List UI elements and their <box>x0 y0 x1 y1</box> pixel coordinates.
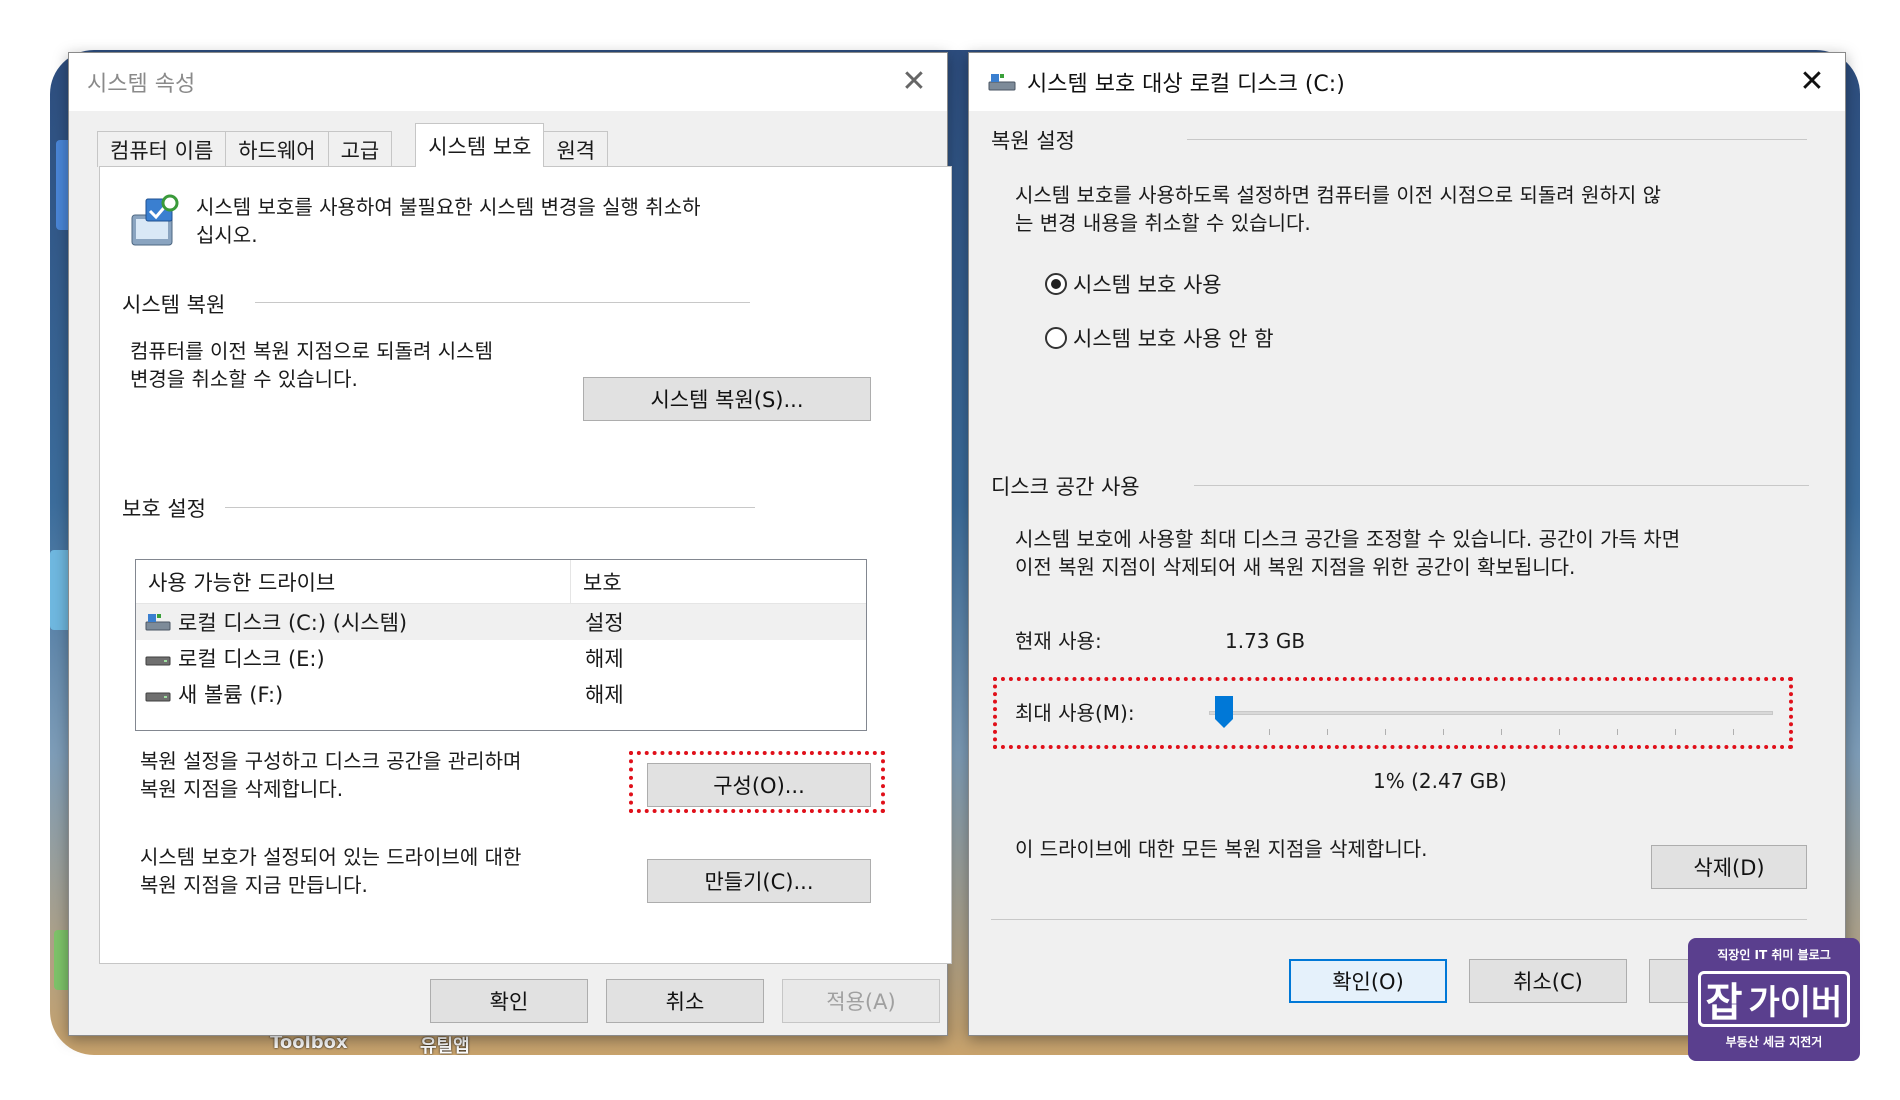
restore-desc: 컴퓨터를 이전 복원 지점으로 되돌려 시스템 변경을 취소할 수 있습니다. <box>130 337 510 393</box>
highlight-box <box>629 751 885 813</box>
divider <box>991 919 1807 920</box>
titlebar[interactable]: 시스템 속성 ✕ <box>69 53 947 111</box>
create-desc-line: 복원 지점을 지금 만듭니다. <box>140 873 368 897</box>
system-protection-dialog: 시스템 보호 대상 로컬 디스크 (C:) ✕ 복원 설정 시스템 보호를 사용… <box>968 52 1846 1036</box>
restore-desc-line: 변경을 취소할 수 있습니다. <box>130 367 358 391</box>
drive-cell: 로컬 디스크 (E:) <box>136 643 571 673</box>
system-drive-icon <box>145 614 171 631</box>
tab-remote[interactable]: 원격 <box>543 131 609 167</box>
column-header[interactable]: 보호 <box>571 560 622 603</box>
restore-settings-desc: 시스템 보호를 사용하도록 설정하면 컴퓨터를 이전 시점으로 되돌려 원하지 … <box>1015 181 1815 237</box>
radio-label: 시스템 보호 사용 안 함 <box>1073 327 1274 351</box>
disk-usage-desc-line: 시스템 보호에 사용할 최대 디스크 공간을 조정할 수 있습니다. 공간이 가… <box>1015 527 1681 551</box>
titlebar[interactable]: 시스템 보호 대상 로컬 디스크 (C:) ✕ <box>969 53 1845 111</box>
apply-button[interactable]: 적용(A) <box>782 979 940 1023</box>
drive-name: 로컬 디스크 (C:) (시스템) <box>178 611 408 635</box>
create-button[interactable]: 만들기(C)... <box>647 859 871 903</box>
badge-bottom-text: 부동산 세금 지전거 <box>1725 1035 1823 1049</box>
protection-status: 해제 <box>585 683 624 707</box>
intro-text: 시스템 보호를 사용하여 불필요한 시스템 변경을 실행 취소하 십시오. <box>196 193 896 249</box>
drive-cell: 로컬 디스크 (C:) (시스템) <box>136 607 571 637</box>
drive-list: 사용 가능한 드라이브 보호 로컬 디스크 (C:) (시스템) 설정 로컬 디 <box>135 559 867 731</box>
tab-system-protection[interactable]: 시스템 보호 <box>415 123 545 167</box>
create-desc-line: 시스템 보호가 설정되어 있는 드라이브에 대한 <box>140 845 522 869</box>
window-title: 시스템 보호 대상 로컬 디스크 (C:) <box>1027 72 1345 97</box>
intro-text-line: 시스템 보호를 사용하여 불필요한 시스템 변경을 실행 취소하 <box>196 195 701 219</box>
drive-icon <box>145 692 171 702</box>
current-usage-label: 현재 사용: <box>1015 629 1102 653</box>
badge-main-big: 잡 <box>1705 980 1743 1026</box>
divider <box>1194 485 1809 486</box>
disk-usage-desc-line: 이전 복원 지점이 삭제되어 새 복원 지점을 위한 공간이 확보됩니다. <box>1015 555 1576 579</box>
highlight-box <box>993 677 1793 749</box>
drive-name: 새 볼륨 (F:) <box>178 683 284 707</box>
drive-name: 로컬 디스크 (E:) <box>178 647 325 671</box>
divider <box>255 302 750 303</box>
drive-icon <box>988 74 1016 91</box>
protection-status: 설정 <box>585 611 624 635</box>
badge-main: 잡 가이버 <box>1698 971 1850 1027</box>
ok-button[interactable]: 확인(O) <box>1289 959 1447 1003</box>
current-usage-value: 1.73 GB <box>1225 629 1306 653</box>
ok-button[interactable]: 확인 <box>430 979 588 1023</box>
radio-label: 시스템 보호 사용 <box>1073 273 1222 297</box>
tab-strip: 컴퓨터 이름 하드웨어 고급 시스템 보호 원격 <box>97 123 609 167</box>
protection-status: 해제 <box>585 647 624 671</box>
tab-hardware[interactable]: 하드웨어 <box>225 131 329 167</box>
radio-disable-protection[interactable]: 시스템 보호 사용 안 함 <box>1045 323 1274 353</box>
table-row[interactable]: 로컬 디스크 (E:) 해제 <box>136 640 866 676</box>
window-title: 시스템 속성 <box>87 72 196 97</box>
badge-main-text: 가이버 <box>1748 982 1843 1023</box>
tab-advanced[interactable]: 고급 <box>327 131 393 167</box>
tab-computer-name[interactable]: 컴퓨터 이름 <box>97 131 227 167</box>
restore-desc-line: 컴퓨터를 이전 복원 지점으로 되돌려 시스템 <box>130 339 493 363</box>
restore-settings-desc-line: 는 변경 내용을 취소할 수 있습니다. <box>1015 211 1311 235</box>
radio-button[interactable] <box>1045 327 1067 349</box>
column-header[interactable]: 사용 가능한 드라이브 <box>136 560 571 603</box>
configure-desc: 복원 설정을 구성하고 디스크 공간을 관리하며 복원 지점을 삭제합니다. <box>140 747 540 803</box>
drive-list-header: 사용 가능한 드라이브 보호 <box>136 560 866 604</box>
system-protection-icon <box>131 194 179 246</box>
intro-text-line: 십시오. <box>196 223 258 247</box>
table-row[interactable]: 새 볼륨 (F:) 해제 <box>136 676 866 712</box>
radio-enable-protection[interactable]: 시스템 보호 사용 <box>1045 269 1222 299</box>
drive-icon <box>145 656 171 666</box>
close-icon[interactable]: ✕ <box>1793 63 1831 101</box>
section-heading: 보호 설정 <box>122 497 206 521</box>
cancel-button[interactable]: 취소 <box>606 979 764 1023</box>
section-heading: 복원 설정 <box>991 129 1075 153</box>
configure-desc-line: 복원 설정을 구성하고 디스크 공간을 관리하며 <box>140 749 522 773</box>
cancel-button[interactable]: 취소(C) <box>1469 959 1627 1003</box>
divider <box>1187 139 1807 140</box>
section-heading: 디스크 공간 사용 <box>991 475 1140 499</box>
configure-desc-line: 복원 지점을 삭제합니다. <box>140 777 344 801</box>
close-icon[interactable]: ✕ <box>895 63 933 101</box>
disk-usage-desc: 시스템 보호에 사용할 최대 디스크 공간을 조정할 수 있습니다. 공간이 가… <box>1015 525 1835 581</box>
badge-top-text: 직장인 IT 취미 블로그 <box>1717 948 1831 962</box>
section-heading: 시스템 복원 <box>122 293 226 317</box>
system-properties-window: 시스템 속성 ✕ 컴퓨터 이름 하드웨어 고급 시스템 보호 원격 시스템 보호… <box>68 52 952 1036</box>
table-row[interactable]: 로컬 디스크 (C:) (시스템) 설정 <box>136 604 866 640</box>
create-desc: 시스템 보호가 설정되어 있는 드라이브에 대한 복원 지점을 지금 만듭니다. <box>140 843 560 899</box>
divider <box>225 507 755 508</box>
radio-button[interactable] <box>1045 273 1067 295</box>
delete-desc: 이 드라이브에 대한 모든 복원 지점을 삭제합니다. <box>1015 837 1428 861</box>
restore-settings-desc-line: 시스템 보호를 사용하도록 설정하면 컴퓨터를 이전 시점으로 되돌려 원하지 … <box>1015 183 1662 207</box>
delete-button[interactable]: 삭제(D) <box>1651 845 1807 889</box>
system-restore-button[interactable]: 시스템 복원(S)... <box>583 377 871 421</box>
drive-cell: 새 볼륨 (F:) <box>136 679 571 709</box>
blog-logo-badge: 직장인 IT 취미 블로그 잡 가이버 부동산 세금 지전거 <box>1688 938 1860 1061</box>
max-usage-value: 1% (2.47 GB) <box>1373 769 1507 793</box>
